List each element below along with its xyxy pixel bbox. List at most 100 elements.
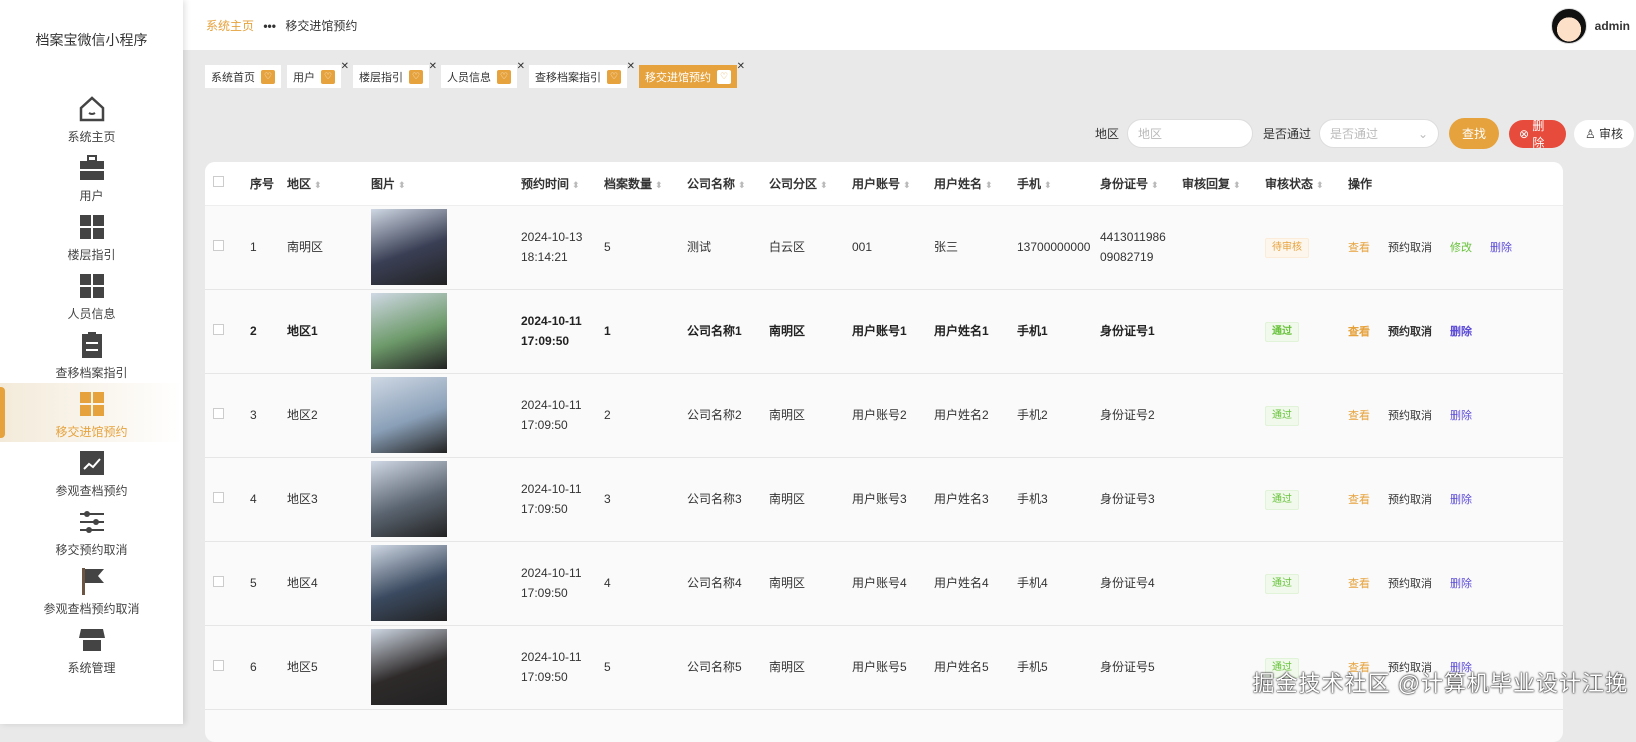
sidebar-item-8[interactable]: 参观查档预约取消 [0,560,183,619]
cell-text: 地区5 [287,660,318,674]
breadcrumb-home[interactable]: 系统主页 [206,19,254,33]
column-header[interactable]: 档案数量 ⬍ [604,162,687,206]
tag-4[interactable]: 查移档案指引 ♡ ✕ [529,61,635,88]
sort-icon[interactable]: ⬍ [398,180,406,190]
cell-text: 用户姓名2 [934,408,989,422]
sidebar-item-9[interactable]: 系统管理 [0,619,183,678]
table-row[interactable]: 4 地区3 2024-10-11 17:09:50 3 公司名称3 南明区 用户账号3 用户姓… [205,457,1563,542]
tag-3[interactable]: 人员信息 ♡ ✕ [441,61,525,88]
select-all-checkbox[interactable] [213,176,224,188]
view-link[interactable]: 查看 [1348,326,1370,338]
sidebar-item-7[interactable]: 移交预约取消 [0,501,183,560]
delete-link[interactable]: 删除 [1450,578,1472,590]
column-header[interactable]: 公司名称 ⬍ [687,162,769,206]
row-checkbox[interactable] [213,240,224,251]
column-header[interactable]: 预约时间 ⬍ [521,162,604,206]
column-header[interactable]: 地区 ⬍ [287,162,371,206]
cancel-link[interactable]: 预约取消 [1388,578,1432,590]
audit-button[interactable]: ♙ 审核 [1574,119,1634,148]
table-row[interactable]: 2 地区1 2024-10-11 17:09:50 1 公司名称1 南明区 用户账号1 用户姓… [205,289,1563,374]
cell-status: 通过 [1265,541,1348,626]
table-row[interactable]: 1 南明区 2024-10-13 18:14:21 5 测试 白云区 001 张三 137000… [205,205,1563,290]
tag-5[interactable]: 移交进馆预约 ♡ ✕ [639,61,745,88]
view-link[interactable]: 查看 [1348,242,1370,254]
cell-id: 身份证号2 [1100,373,1182,458]
row-checkbox[interactable] [213,408,224,419]
sidebar-item-6[interactable]: 参观查档预约 [0,442,183,501]
edit-link[interactable]: 修改 [1450,242,1472,254]
cancel-link[interactable]: 预约取消 [1388,242,1432,254]
sidebar-item-3[interactable]: 人员信息 [0,265,183,324]
sidebar-item-0[interactable]: 系统主页 [0,88,183,147]
column-header[interactable]: 图片 ⬍ [371,162,521,206]
delete-button[interactable]: ⊗ 删除 [1509,119,1566,150]
sort-icon[interactable]: ⬍ [820,180,828,190]
sidebar-item-2[interactable]: 楼层指引 [0,206,183,265]
sort-icon[interactable]: ⬍ [985,180,993,190]
building-image[interactable] [371,461,447,537]
table-row[interactable]: 3 地区2 2024-10-11 17:09:50 2 公司名称2 南明区 用户账号2 用户姓… [205,373,1563,458]
sidebar-item-1[interactable]: 用户 [0,147,183,206]
tag-1[interactable]: 用户 ♡ ✕ [287,61,349,88]
view-link[interactable]: 查看 [1348,494,1370,506]
cancel-link[interactable]: 预约取消 [1388,410,1432,422]
sort-icon[interactable]: ⬍ [738,180,746,190]
close-icon[interactable]: ✕ [627,61,635,72]
cell-time: 2024-10-11 17:09:50 [521,457,604,542]
column-header[interactable]: 用户账号 ⬍ [852,162,934,206]
building-image[interactable] [371,545,447,621]
row-checkbox[interactable] [213,660,224,671]
cancel-link[interactable]: 预约取消 [1388,494,1432,506]
sidebar-item-5[interactable]: 移交进馆预约 [0,383,183,442]
row-checkbox[interactable] [213,576,224,587]
close-icon[interactable]: ✕ [517,61,525,72]
delete-link[interactable]: 删除 [1450,326,1472,338]
close-icon[interactable]: ✕ [429,61,437,72]
cancel-link[interactable]: 预约取消 [1388,326,1432,338]
building-image[interactable] [371,377,447,453]
cell-company: 公司名称1 [687,289,769,374]
column-header[interactable]: 审核回复 ⬍ [1182,162,1265,206]
cell-account: 001 [852,205,934,290]
column-header[interactable]: 手机 ⬍ [1017,162,1100,206]
delete-link[interactable]: 删除 [1490,242,1512,254]
close-icon[interactable]: ✕ [341,61,349,72]
table-row[interactable]: 5 地区4 2024-10-11 17:09:50 4 公司名称4 南明区 用户账号4 用户姓… [205,541,1563,626]
column-header[interactable]: 审核状态 ⬍ [1265,162,1348,206]
sort-icon[interactable]: ⬍ [314,180,322,190]
sort-icon[interactable]: ⬍ [1233,180,1241,190]
find-button[interactable]: 查找 [1449,118,1499,149]
sort-icon[interactable]: ⬍ [903,180,911,190]
avatar[interactable] [1550,8,1587,44]
sidebar-item-4[interactable]: 查移档案指引 [0,324,183,383]
sort-icon[interactable]: ⬍ [655,180,663,190]
building-image[interactable] [371,293,447,369]
row-checkbox[interactable] [213,492,224,503]
column-header[interactable]: 用户姓名 ⬍ [934,162,1017,206]
cell-company: 公司名称2 [687,373,769,458]
building-image[interactable] [371,629,447,705]
pass-select[interactable]: 是否通过 ⌄ [1319,119,1439,148]
sort-icon[interactable]: ⬍ [1316,180,1324,190]
cell-actions: 查看 预约取消 删除 [1348,541,1563,626]
sort-icon[interactable]: ⬍ [572,180,580,190]
cell-id: 身份证号1 [1100,289,1182,374]
delete-link[interactable]: 删除 [1450,410,1472,422]
view-link[interactable]: 查看 [1348,410,1370,422]
row-checkbox[interactable] [213,324,224,335]
sort-icon[interactable]: ⬍ [1044,180,1052,190]
tag-0[interactable]: 系统首页 ♡ [205,65,281,88]
cell-actions: 查看 预约取消 删除 [1348,457,1563,542]
region-input[interactable]: 地区 [1126,119,1253,148]
column-header[interactable]: 身份证号 ⬍ [1100,162,1182,206]
sort-icon[interactable]: ⬍ [1151,180,1159,190]
user-menu[interactable]: admin [1550,8,1630,44]
audit-label: 审核 [1599,127,1624,141]
close-icon[interactable]: ✕ [737,61,745,72]
view-link[interactable]: 查看 [1348,578,1370,590]
column-header[interactable]: 公司分区 ⬍ [769,162,852,206]
tag-2[interactable]: 楼层指引 ♡ ✕ [353,61,437,88]
sidebar-item-label: 参观查档预约取消 [43,602,140,616]
delete-link[interactable]: 删除 [1450,494,1472,506]
building-image[interactable] [371,209,447,285]
